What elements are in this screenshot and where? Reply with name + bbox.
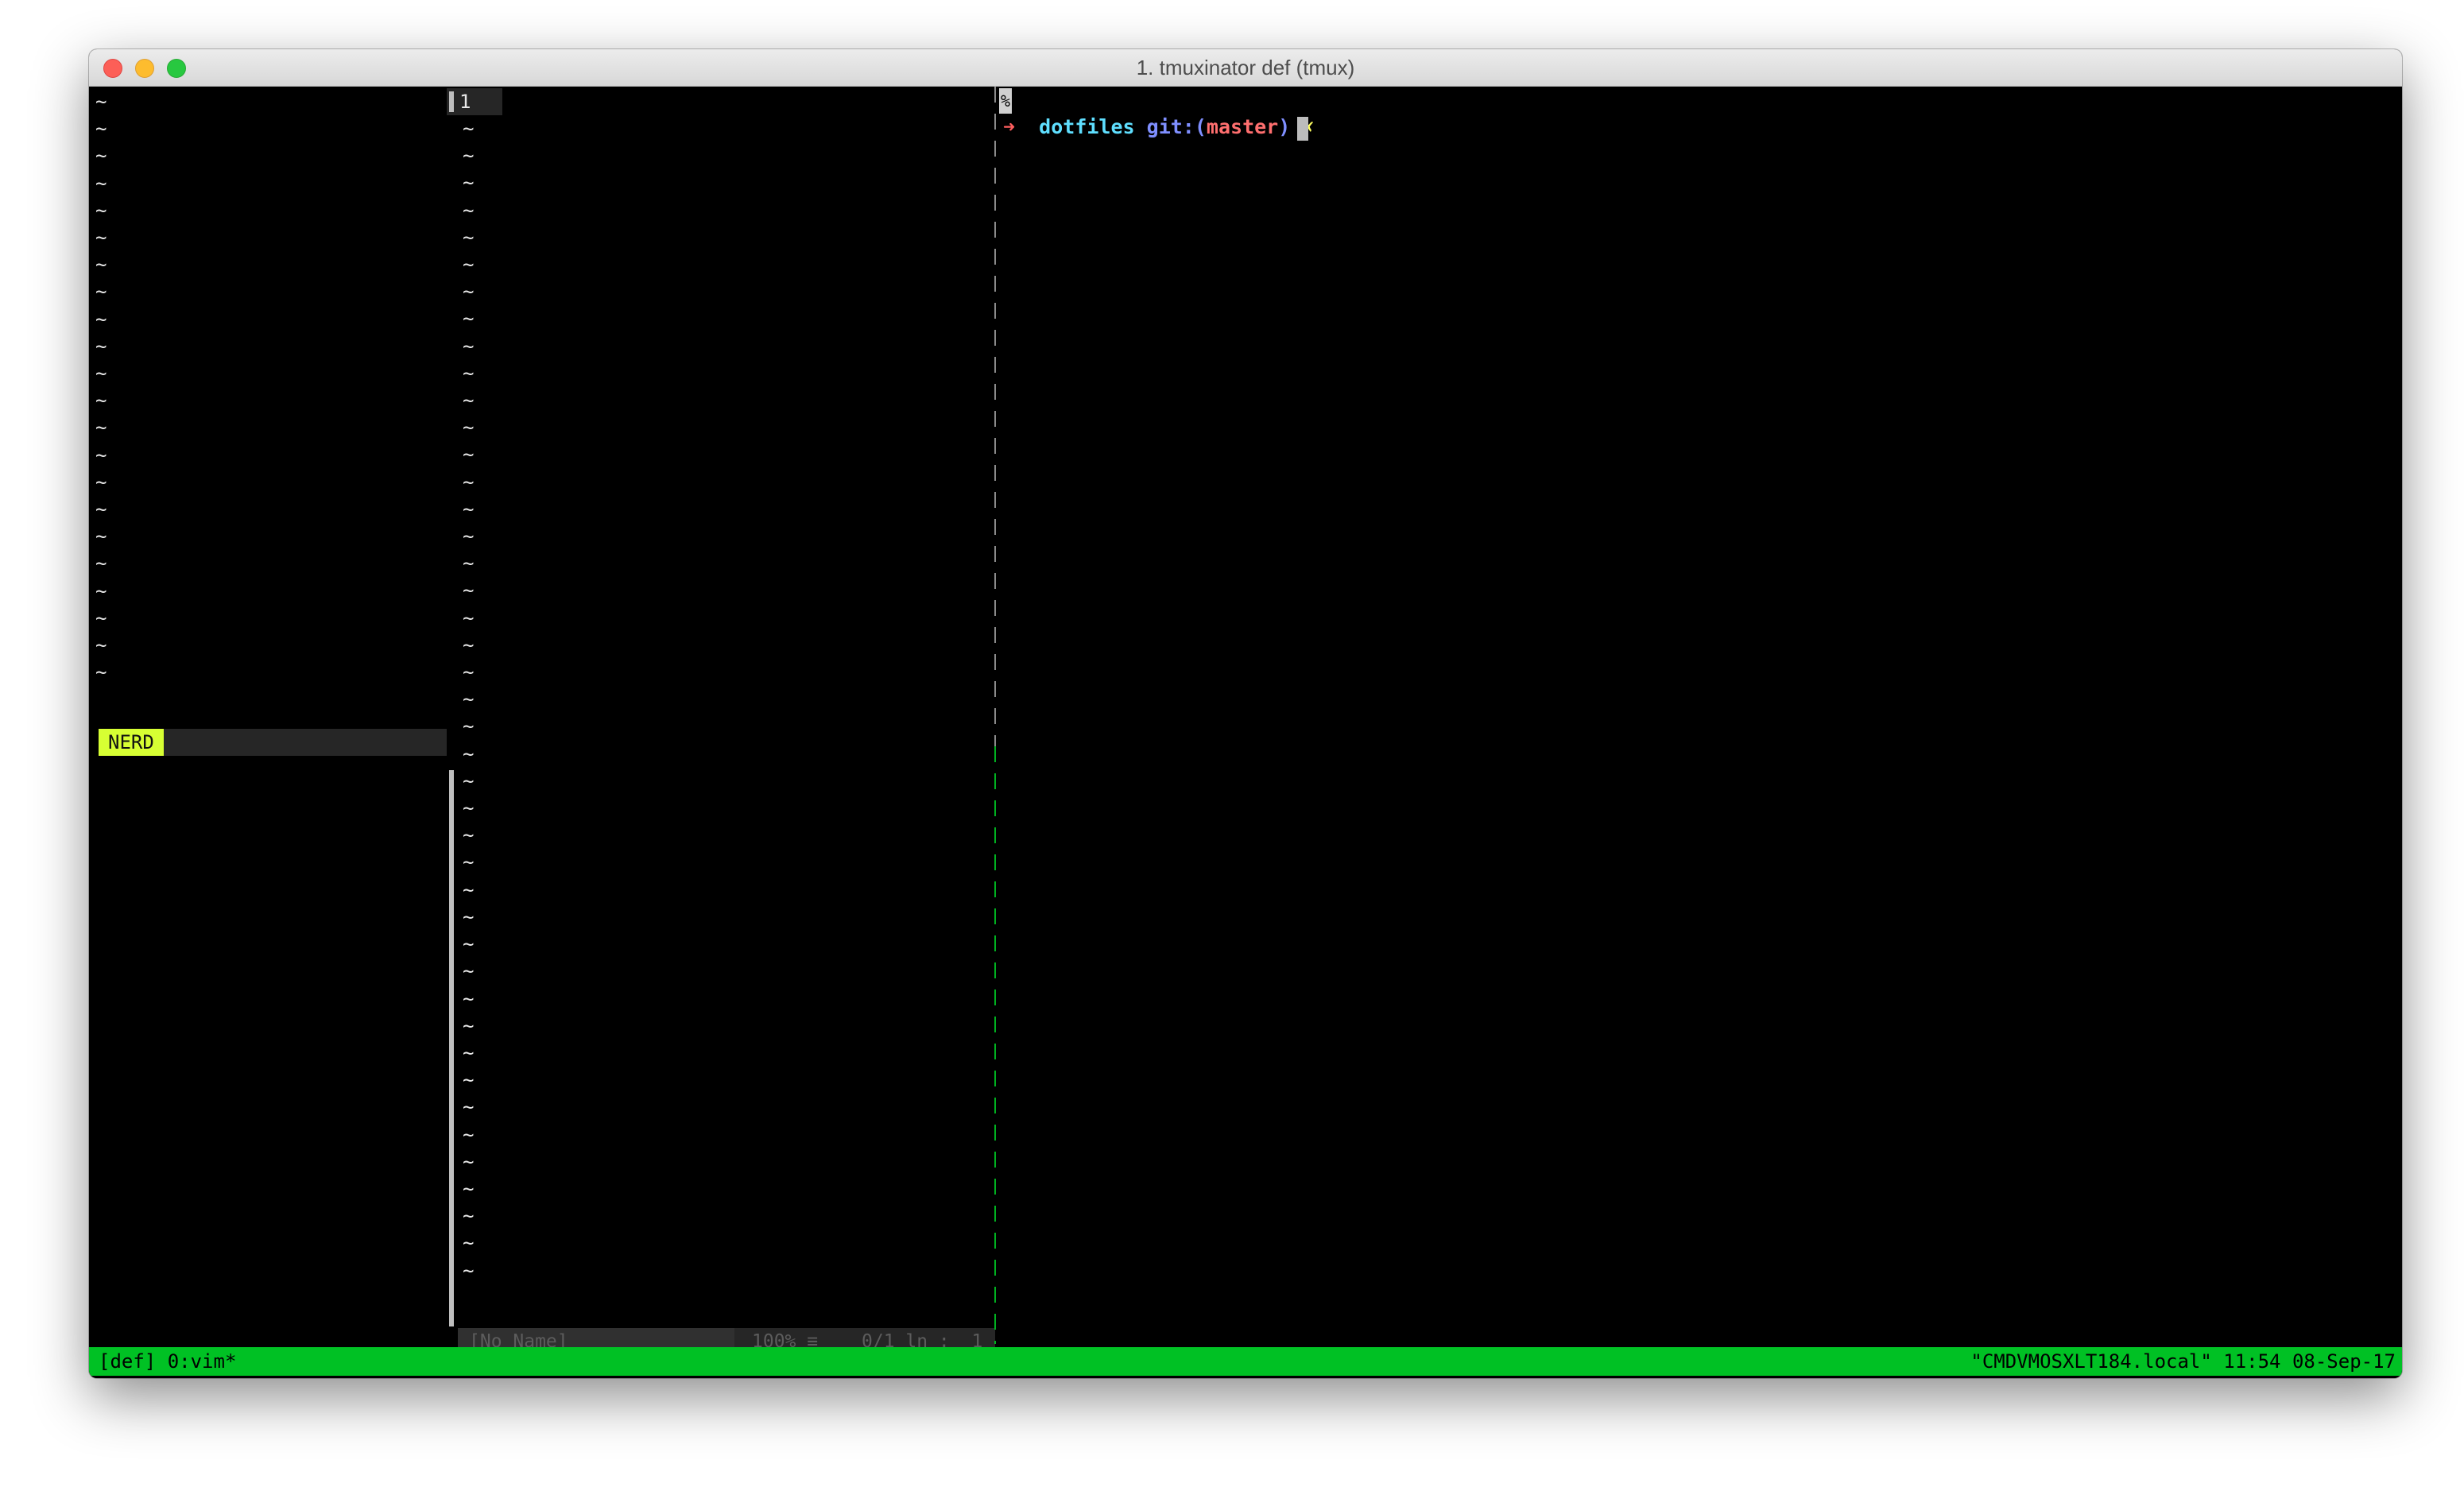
shell-prompt[interactable]: ➜ dotfiles git:(master) ✗ <box>1003 114 1314 141</box>
nerdtree-label: NERD <box>99 729 164 756</box>
tmux-session[interactable]: ~ ~ ~ ~ ~ ~ ~ ~ ~ ~ ~ ~ ~ ~ ~ ~ ~ ~ ~ ~ … <box>89 87 2402 1378</box>
vim-empty-lines: ~ ~ ~ ~ ~ ~ ~ ~ ~ ~ ~ ~ ~ ~ ~ ~ ~ ~ ~ ~ … <box>463 118 475 1282</box>
terminal-cursor <box>1297 117 1308 141</box>
terminal-window: 1. tmuxinator def (tmux) ~ ~ ~ ~ ~ ~ ~ ~… <box>89 49 2402 1378</box>
tmux-session-window[interactable]: [def] 0:vim* <box>99 1347 236 1376</box>
prompt-arrow: ➜ <box>1003 115 1016 138</box>
git-suffix: ) <box>1278 115 1291 138</box>
nerdtree-pane[interactable]: ~ ~ ~ ~ ~ ~ ~ ~ ~ ~ ~ ~ ~ ~ ~ ~ ~ ~ ~ ~ … <box>89 87 448 1344</box>
tmux-status-bar: [def] 0:vim* "CMDVMOSXLT184.local" 11:54… <box>89 1347 2402 1376</box>
prompt-directory: dotfiles <box>1039 115 1135 138</box>
nerdtree-empty-lines: ~ ~ ~ ~ ~ ~ ~ ~ ~ ~ ~ ~ ~ ~ ~ ~ ~ ~ ~ ~ … <box>95 91 107 684</box>
vim-split-border <box>449 770 454 1326</box>
window-title: 1. tmuxinator def (tmux) <box>1136 56 1355 79</box>
vim-split-marker-top <box>449 91 454 112</box>
pane-marker: % <box>999 88 1012 114</box>
tmux-host-clock: "CMDVMOSXLT184.local" 11:54 08-Sep-17 <box>1970 1350 2396 1373</box>
line-number: 1 <box>459 91 471 113</box>
line-number-gutter <box>447 88 502 115</box>
nerdtree-statusline: NERD <box>99 729 447 756</box>
git-prefix: git:( <box>1146 115 1207 138</box>
pane-divider[interactable] <box>994 87 997 1344</box>
git-branch: master <box>1206 115 1279 138</box>
title-bar[interactable]: 1. tmuxinator def (tmux) <box>89 49 2402 87</box>
vim-buffer-pane[interactable] <box>439 87 995 1358</box>
